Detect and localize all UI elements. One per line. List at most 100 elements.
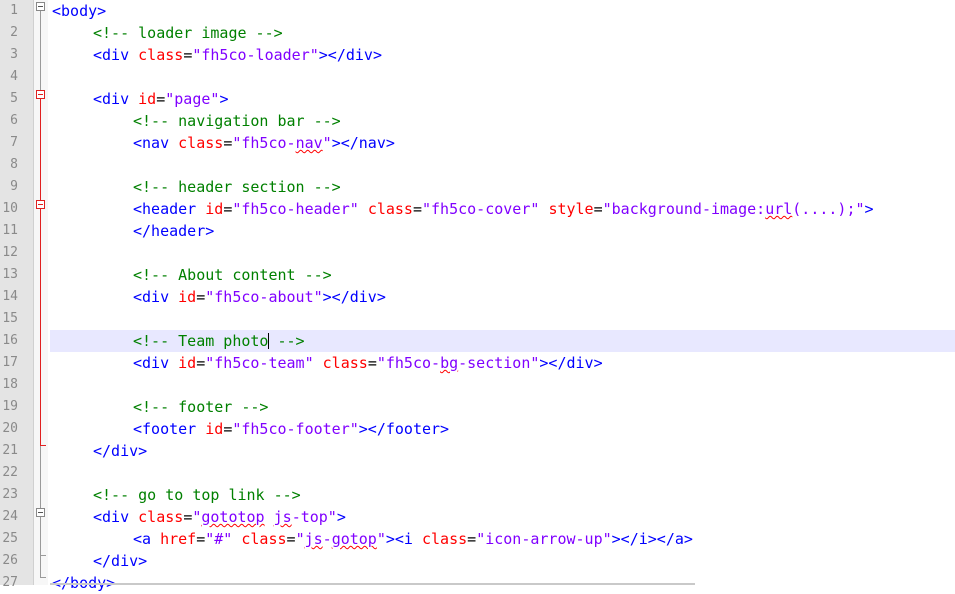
code-text[interactable]: <div id="fh5co-about"></div>: [133, 286, 386, 308]
code-token: =: [223, 134, 233, 152]
code-line-area[interactable]: [50, 440, 955, 462]
code-token: ></div>: [318, 46, 382, 64]
code-line[interactable]: 21 </div>: [0, 440, 955, 462]
code-token: "fh5co-: [376, 354, 441, 372]
code-line[interactable]: 20 <footer id="fh5co-footer"></footer>: [0, 418, 955, 440]
code-line[interactable]: 16 <!-- Team photo -->: [0, 330, 955, 352]
code-token: -top": [291, 508, 337, 526]
line-number: 20: [2, 421, 18, 436]
code-text[interactable]: <!-- go to top link -->: [93, 484, 301, 506]
code-line[interactable]: 7 <nav class="fh5co-nav"></nav>: [0, 132, 955, 154]
code-token: <footer: [133, 420, 206, 438]
code-line[interactable]: 26 </div>: [0, 550, 955, 572]
code-line-area[interactable]: [50, 242, 955, 264]
code-token: <!-- About content -->: [133, 266, 332, 284]
code-text[interactable]: <footer id="fh5co-footer"></footer>: [133, 418, 449, 440]
code-line[interactable]: 9 <!-- header section -->: [0, 176, 955, 198]
code-token: ></footer>: [358, 420, 450, 438]
fold-toggle-gototop-icon[interactable]: [36, 508, 45, 517]
code-token: "fh5co-footer": [232, 420, 359, 438]
code-line-area[interactable]: [50, 462, 955, 484]
code-text[interactable]: <!-- footer -->: [133, 396, 268, 418]
code-line-area[interactable]: [50, 0, 955, 22]
code-line[interactable]: 14 <div id="fh5co-about"></div>: [0, 286, 955, 308]
code-text[interactable]: <header id="fh5co-header" class="fh5co-c…: [133, 198, 874, 220]
line-number: 10: [2, 201, 18, 216]
code-line[interactable]: 25 <a href="#" class="js-gotop"><i class=…: [0, 528, 955, 550]
line-number: 23: [2, 487, 18, 502]
code-line[interactable]: 15: [0, 308, 955, 330]
fold-toggle-page-icon[interactable]: [36, 90, 45, 99]
code-line[interactable]: 5 <div id="page">: [0, 88, 955, 110]
code-token: ></div>: [539, 354, 603, 372]
line-number: 27: [2, 575, 18, 590]
code-text[interactable]: <nav class="fh5co-nav"></nav>: [133, 132, 395, 154]
code-line[interactable]: 2 <!-- loader image -->: [0, 22, 955, 44]
code-line[interactable]: 18: [0, 374, 955, 396]
code-token: id: [178, 288, 197, 306]
code-line[interactable]: 8: [0, 154, 955, 176]
code-line[interactable]: 19 <!-- footer -->: [0, 396, 955, 418]
fold-toggle-header-icon[interactable]: [36, 200, 45, 209]
code-line[interactable]: 1 <body>: [0, 0, 955, 22]
code-token: class: [322, 354, 368, 372]
code-token: =: [196, 288, 206, 306]
code-line-area[interactable]: [50, 374, 955, 396]
code-text[interactable]: </header>: [133, 220, 214, 242]
code-token: >: [336, 508, 346, 526]
code-line-area[interactable]: [50, 550, 955, 572]
code-token: =: [286, 530, 296, 548]
code-text[interactable]: </div>: [93, 550, 147, 572]
code-token: =: [183, 46, 193, 64]
code-token: <!-- loader image -->: [93, 24, 283, 42]
code-line[interactable]: 22: [0, 462, 955, 484]
code-token: "#": [205, 530, 233, 548]
code-token: "fh5co-loader": [192, 46, 319, 64]
code-line-area[interactable]: [50, 154, 955, 176]
code-text[interactable]: <body>: [52, 0, 106, 22]
fold-toggle-body-icon[interactable]: [36, 2, 45, 11]
code-line[interactable]: 13 <!-- About content -->: [0, 264, 955, 286]
code-token: =: [183, 508, 193, 526]
code-token: <div: [133, 354, 179, 372]
code-token: ": [376, 530, 386, 548]
code-token: class: [367, 200, 413, 218]
code-token: "fh5co-team": [205, 354, 314, 372]
code-line[interactable]: 17 <div id="fh5co-team" class="fh5co-bg-s…: [0, 352, 955, 374]
code-line-area[interactable]: [50, 66, 955, 88]
code-token: "icon-arrow-up": [476, 530, 612, 548]
code-editor[interactable]: 1 <body> 2 <!-- loader image --> 3 <div class…: [0, 0, 955, 592]
code-token: <body>: [52, 2, 107, 20]
code-line[interactable]: 3 <div class="fh5co-loader"></div>: [0, 44, 955, 66]
code-line[interactable]: 11 </header>: [0, 220, 955, 242]
code-token: =: [196, 354, 206, 372]
code-line[interactable]: 4: [0, 66, 955, 88]
code-token: style: [548, 200, 594, 218]
code-text[interactable]: <div id="page">: [93, 88, 228, 110]
code-line[interactable]: 10 <header id="fh5co-header" class="fh5co…: [0, 198, 955, 220]
code-text[interactable]: <div class="fh5co-loader"></div>: [93, 44, 382, 66]
code-text[interactable]: <!-- navigation bar -->: [133, 110, 341, 132]
code-line[interactable]: 6 <!-- navigation bar -->: [0, 110, 955, 132]
code-line[interactable]: 23 <!-- go to top link -->: [0, 484, 955, 506]
code-text[interactable]: <div class="gototop js-top">: [93, 506, 346, 528]
line-number: 26: [2, 553, 18, 568]
code-text[interactable]: <a href="#" class="js-gotop"><i class="i…: [133, 528, 693, 550]
code-line-area[interactable]: [50, 308, 955, 330]
code-text[interactable]: </div>: [93, 440, 147, 462]
code-text[interactable]: <!-- loader image -->: [93, 22, 283, 44]
code-token: =: [223, 420, 233, 438]
code-text[interactable]: <div id="fh5co-team" class="fh5co-bg-sec…: [133, 352, 603, 374]
code-text[interactable]: <!-- Team photo -->: [133, 330, 305, 352]
code-text[interactable]: <!-- About content -->: [133, 264, 332, 286]
code-line[interactable]: 24 <div class="gototop js-top">: [0, 506, 955, 528]
code-token: -section": [458, 354, 540, 372]
line-number: 2: [10, 25, 18, 40]
code-token: class: [241, 530, 287, 548]
code-line[interactable]: 12: [0, 242, 955, 264]
line-number: 4: [10, 69, 18, 84]
code-text[interactable]: <!-- header section -->: [133, 176, 341, 198]
